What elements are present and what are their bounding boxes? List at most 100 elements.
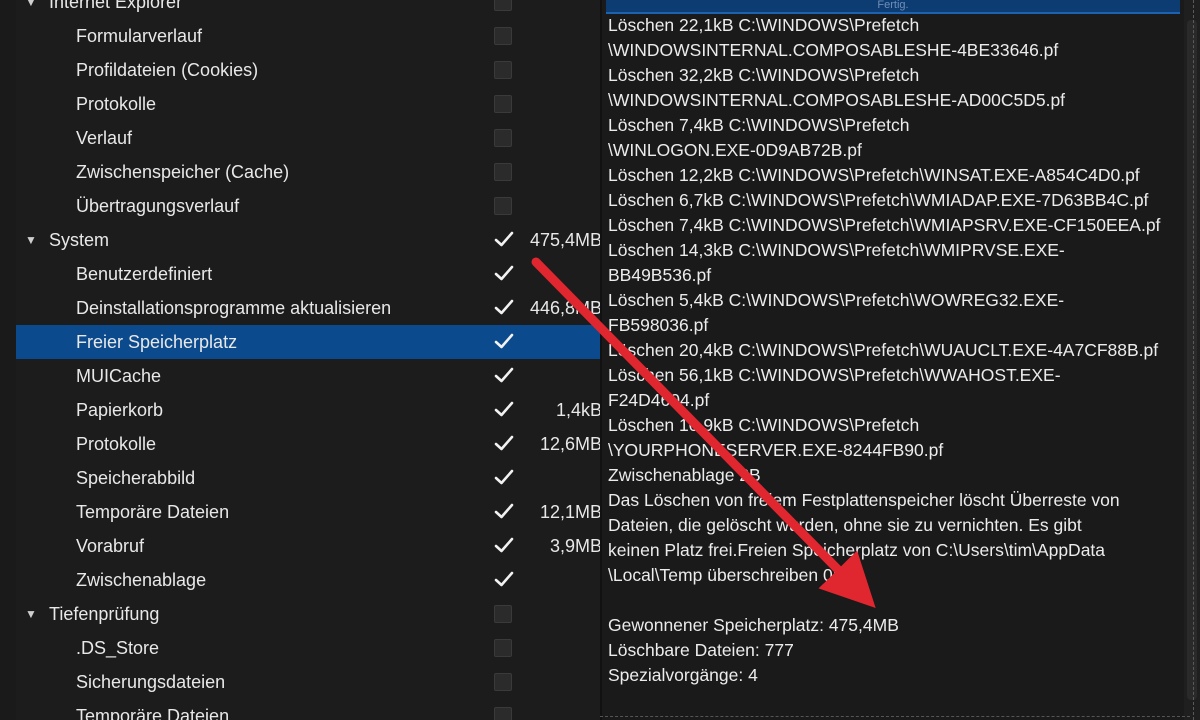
checkbox-unchecked[interactable] bbox=[494, 129, 512, 147]
tree-item-size: 12,1MB bbox=[539, 502, 600, 522]
tree-item[interactable]: Protokolle 12,6MB bbox=[16, 427, 600, 461]
tree-item-size: 1,4kB bbox=[555, 400, 600, 420]
checkbox-checked[interactable] bbox=[494, 401, 514, 419]
tree-item[interactable]: Papierkorb 1,4kB bbox=[16, 393, 600, 427]
checkmark-icon bbox=[494, 537, 514, 553]
checkbox-unchecked[interactable] bbox=[494, 163, 512, 181]
tree-item-label: Internet Explorer bbox=[49, 0, 183, 12]
checkmark-icon bbox=[494, 231, 514, 247]
tree-item-label: Zwischenspeicher (Cache) bbox=[76, 162, 290, 182]
log-line: Löschen 7,4kB C:\WINDOWS\Prefetch\WMIAPS… bbox=[608, 215, 1161, 235]
log-line: Gewonnener Speicherplatz: 475,4MB bbox=[608, 615, 899, 635]
tree-item-label: Freier Speicherplatz bbox=[76, 332, 238, 352]
tree-category[interactable]: ▼ Tiefenprüfung bbox=[16, 597, 600, 631]
checkbox-checked[interactable] bbox=[494, 435, 514, 453]
tree-item-label: Deinstallationsprogramme aktualisieren bbox=[76, 298, 392, 318]
tree-item-label: Sicherungsdateien bbox=[76, 672, 226, 692]
log-line: F24D4604.pf bbox=[608, 390, 710, 410]
tree-item[interactable]: Übertragungsverlauf bbox=[16, 189, 600, 223]
scrollbar-thumb[interactable] bbox=[1187, 20, 1197, 700]
chevron-down-icon[interactable]: ▼ bbox=[24, 223, 38, 257]
checkbox-unchecked[interactable] bbox=[494, 605, 512, 623]
log-line: Löschen 32,2kB C:\WINDOWS\Prefetch bbox=[608, 65, 920, 85]
tree-item[interactable]: Temporäre Dateien bbox=[16, 699, 600, 720]
log-line: Spezialvorgänge: 4 bbox=[608, 665, 758, 685]
tree-item[interactable]: Zwischenspeicher (Cache) bbox=[16, 155, 600, 189]
log-line: \Local\Temp überschreiben 0B bbox=[608, 565, 845, 585]
tree-item[interactable]: Temporäre Dateien 12,1MB bbox=[16, 495, 600, 529]
checkbox-checked[interactable] bbox=[494, 503, 514, 521]
checkbox-checked[interactable] bbox=[494, 265, 514, 283]
tree-item[interactable]: MUICache bbox=[16, 359, 600, 393]
log-scrollbar[interactable] bbox=[1184, 0, 1200, 720]
tree-item[interactable]: Deinstallationsprogramme aktualisieren 44… bbox=[16, 291, 600, 325]
progress-bar: Fertig. bbox=[606, 0, 1180, 14]
tree-item[interactable]: Benutzerdefiniert bbox=[16, 257, 600, 291]
checkmark-icon bbox=[494, 435, 514, 451]
checkmark-icon bbox=[494, 333, 514, 349]
tree-category[interactable]: ▼ System 475,4MB bbox=[16, 223, 600, 257]
checkmark-icon bbox=[494, 469, 514, 485]
tree-item[interactable]: Protokolle bbox=[16, 87, 600, 121]
tree-item-label: Verlauf bbox=[76, 128, 133, 148]
tree-item-size: 475,4MB bbox=[529, 230, 600, 250]
log-line: keinen Platz frei.Freien Speicherplatz v… bbox=[608, 540, 1106, 560]
checkbox-unchecked[interactable] bbox=[494, 0, 512, 11]
progress-label: Fertig. bbox=[877, 0, 909, 11]
log-line: Löschen 6,7kB C:\WINDOWS\Prefetch\WMIADA… bbox=[608, 190, 1149, 210]
tree-item[interactable]: Vorabruf 3,9MB bbox=[16, 529, 600, 563]
tree-item-label: Protokolle bbox=[76, 434, 157, 454]
checkbox-checked[interactable] bbox=[494, 367, 514, 385]
chevron-down-icon[interactable]: ▼ bbox=[24, 0, 38, 19]
tree-item[interactable]: .DS_Store bbox=[16, 631, 600, 665]
tree-item-label: .DS_Store bbox=[76, 638, 160, 658]
checkbox-unchecked[interactable] bbox=[494, 673, 512, 691]
log-line: Löschen 5,4kB C:\WINDOWS\Prefetch\WOWREG… bbox=[608, 290, 1065, 310]
tree-item-label: Übertragungsverlauf bbox=[76, 196, 240, 216]
checkmark-icon bbox=[494, 401, 514, 417]
log-line: Das Löschen von freiem Festplattenspeich… bbox=[608, 490, 1120, 510]
checkmark-icon bbox=[494, 571, 514, 587]
log-line: Löschen 12,2kB C:\WINDOWS\Prefetch\WINSA… bbox=[608, 165, 1140, 185]
tree-item[interactable]: Profildateien (Cookies) bbox=[16, 53, 600, 87]
log-line: Löschen 14,3kB C:\WINDOWS\Prefetch\WMIPR… bbox=[608, 240, 1065, 260]
log-line: Löschen 10,9kB C:\WINDOWS\Prefetch bbox=[608, 415, 920, 435]
tree-item[interactable]: Zwischenablage bbox=[16, 563, 600, 597]
checkbox-checked[interactable] bbox=[494, 231, 514, 249]
log-line: Löschen 22,1kB C:\WINDOWS\Prefetch bbox=[608, 15, 920, 35]
checkbox-checked[interactable] bbox=[494, 299, 514, 317]
checkbox-checked[interactable] bbox=[494, 333, 514, 351]
tree-item-size: 446,8MB bbox=[529, 298, 600, 318]
chevron-down-icon[interactable]: ▼ bbox=[24, 597, 38, 631]
tree-item[interactable]: Formularverlauf bbox=[16, 19, 600, 53]
checkbox-checked[interactable] bbox=[494, 469, 514, 487]
tree-item[interactable]: Sicherungsdateien bbox=[16, 665, 600, 699]
checkbox-unchecked[interactable] bbox=[494, 639, 512, 657]
checkbox-unchecked[interactable] bbox=[494, 707, 512, 720]
checkbox-unchecked[interactable] bbox=[494, 95, 512, 113]
tree-item-label: Zwischenablage bbox=[76, 570, 207, 590]
checkbox-checked[interactable] bbox=[494, 537, 514, 555]
checkmark-icon bbox=[494, 265, 514, 281]
checkbox-unchecked[interactable] bbox=[494, 27, 512, 45]
tree-item[interactable]: Verlauf bbox=[16, 121, 600, 155]
tree-item-label: Temporäre Dateien bbox=[76, 706, 230, 720]
log-line: \WINLOGON.EXE-0D9AB72B.pf bbox=[608, 140, 862, 160]
checkbox-unchecked[interactable] bbox=[494, 61, 512, 79]
tree-category[interactable]: ▼ Internet Explorer bbox=[16, 0, 600, 19]
log-panel: Fertig. Löschen 22,1kB C:\WINDOWS\Prefet… bbox=[602, 0, 1184, 720]
log-line: Löschen 56,1kB C:\WINDOWS\Prefetch\WWAHO… bbox=[608, 365, 1061, 385]
checkmark-icon bbox=[494, 299, 514, 315]
tree-item-label: System bbox=[49, 230, 110, 250]
log-line: \YOURPHONESERVER.EXE-8244FB90.pf bbox=[608, 440, 944, 460]
checkbox-checked[interactable] bbox=[494, 571, 514, 589]
cleaner-tree: ▼ Internet Explorer Formularverlauf Profild… bbox=[16, 0, 600, 720]
tree-item[interactable]: Freier Speicherplatz bbox=[16, 325, 600, 359]
checkbox-unchecked[interactable] bbox=[494, 197, 512, 215]
log-line: Zwischenablage 2B bbox=[608, 465, 761, 485]
tree-item-label: Temporäre Dateien bbox=[76, 502, 230, 522]
log-line: BB49B536.pf bbox=[608, 265, 712, 285]
tree-item[interactable]: Speicherabbild bbox=[16, 461, 600, 495]
checkmark-icon bbox=[494, 367, 514, 383]
